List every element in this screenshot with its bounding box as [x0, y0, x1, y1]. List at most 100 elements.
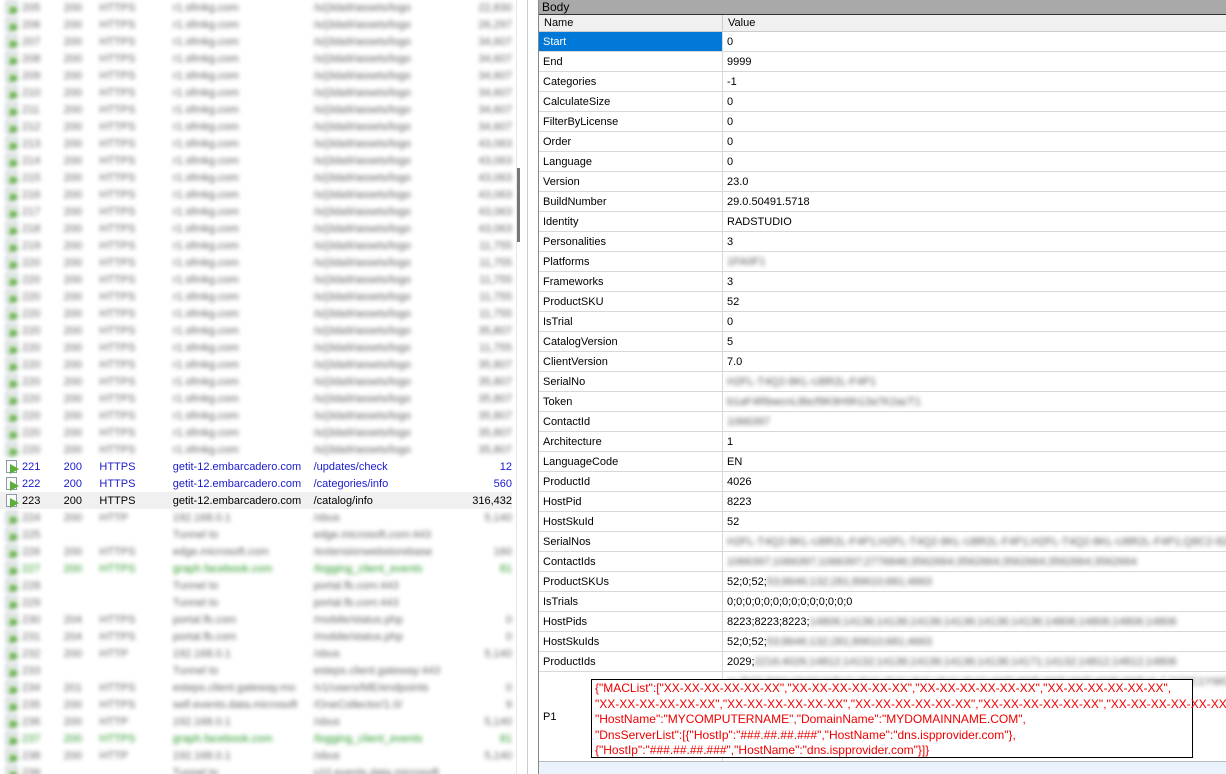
grid-row-language[interactable]: Language 0 — [539, 152, 1226, 172]
session-row[interactable]: 234 201 HTTPS esteps.client.gateway.mo/v1/u… — [0, 679, 512, 696]
host: Tunnel to — [172, 664, 219, 677]
session-row[interactable]: 220 200 HTTPS r1.sfmkg.com/s/j3da9/assets/l… — [0, 271, 512, 288]
session-row[interactable]: 226 200 HTTPS edge.microsoft.com/extensionw… — [0, 543, 512, 560]
grid-row-p1[interactable]: P1 eyJNQUNMaXN0IjpbIlhYLVhYLVhYLVhYLVhYL… — [539, 672, 1226, 762]
grid-row-end[interactable]: End 9999 — [539, 52, 1226, 72]
session-row[interactable]: 232 200 HTTP 192.168.0.1/xbus 5,140 — [0, 645, 512, 662]
grid-row-clientversion[interactable]: ClientVersion 7.0 — [539, 352, 1226, 372]
session-row[interactable]: 220 200 HTTPS r1.sfmkg.com/s/j3da9/assets/l… — [0, 390, 512, 407]
session-row[interactable]: 216 200 HTTPS r1.sfmkg.com/s/j3da9/assets/l… — [0, 186, 512, 203]
grid-row-hostskuid[interactable]: HostSkuId 52 — [539, 512, 1226, 532]
session-row[interactable]: 215 200 HTTPS r1.sfmkg.com/s/j3da9/assets/l… — [0, 169, 512, 186]
grid-row-productids[interactable]: ProductIds 2029;2216;4026;14812;14132;141… — [539, 652, 1226, 672]
protocol: HTTPS — [99, 290, 136, 303]
session-row[interactable]: 220 200 HTTPS r1.sfmkg.com/s/j3da9/assets/l… — [0, 254, 512, 271]
session-row[interactable]: 217 200 HTTPS r1.sfmkg.com/s/j3da9/assets/l… — [0, 203, 512, 220]
result-code: 200 — [63, 426, 83, 439]
grid-row-token[interactable]: Token b1aF4RbwcnL8bcf9K9H9h13a7K2acT1 — [539, 392, 1226, 412]
value-text: 0 — [727, 116, 734, 128]
row-value: H2FL-T4Q2-8KL-U8R2L-F4P1;H2FL-T4Q2-8KL-U… — [723, 532, 1226, 551]
result-code: 200 — [63, 239, 83, 252]
session-row[interactable]: 211 200 HTTPS r1.sfmkg.com/s/j3da9/assets/l… — [0, 101, 512, 118]
grid-row-identity[interactable]: Identity RADSTUDIO — [539, 212, 1226, 232]
url: /s/j3da9/assets/logo — [313, 324, 411, 337]
grid-row-buildnumber[interactable]: BuildNumber 29.0.50491.5718 — [539, 192, 1226, 212]
session-row[interactable]: 209 200 HTTPS r1.sfmkg.com/s/j3da9/assets/l… — [0, 67, 512, 84]
grid-row-istrial[interactable]: IsTrial 0 — [539, 312, 1226, 332]
grid-row-contactid[interactable]: ContactId 1066397 — [539, 412, 1226, 432]
session-row[interactable]: 222 200 HTTPS getit-12.embarcadero.com/cate… — [0, 475, 512, 492]
grid-row-frameworks[interactable]: Frameworks 3 — [539, 272, 1226, 292]
session-row[interactable]: 205 200 HTTPS r1.sfmkg.com/s/j3da9/assets/l… — [0, 0, 512, 16]
grid-row-hostpid[interactable]: HostPid 8223 — [539, 492, 1226, 512]
grid-row-hostskuids[interactable]: HostSkuIds 52;0;52;53;8646;132;281;89610;… — [539, 632, 1226, 652]
grid-row-istrials[interactable]: IsTrials 0;0;0;0;0;0;0;0;0;0;0;0;0;0 — [539, 592, 1226, 612]
result-code: 200 — [63, 103, 83, 116]
grid-row-calculatesize[interactable]: CalculateSize 0 — [539, 92, 1226, 112]
session-row[interactable]: 227 200 HTTPS graph.facebook.com/logging_cl… — [0, 560, 512, 577]
session-row[interactable]: 213 200 HTTPS r1.sfmkg.com/s/j3da9/assets/l… — [0, 135, 512, 152]
session-row[interactable]: 220 200 HTTPS r1.sfmkg.com/s/j3da9/assets/l… — [0, 339, 512, 356]
grid-row-platforms[interactable]: Platforms 1FA0F1 — [539, 252, 1226, 272]
grid-row-architecture[interactable]: Architecture 1 — [539, 432, 1226, 452]
grid-row-order[interactable]: Order 0 — [539, 132, 1226, 152]
session-icon — [6, 256, 20, 270]
grid-row-version[interactable]: Version 23.0 — [539, 172, 1226, 192]
grid-row-contactids[interactable]: ContactIds 1066397;1066397;1066397;277684… — [539, 552, 1226, 572]
body-size: 35,807 — [478, 324, 512, 337]
body-size: 34,607 — [478, 52, 512, 65]
column-header-name[interactable]: Name — [539, 15, 723, 31]
session-row[interactable]: 235 200 HTTPS self.events.data.microsoft/On… — [0, 696, 512, 713]
grid-row-productskus[interactable]: ProductSKUs 52;0;52;53;8646;132;281;89610… — [539, 572, 1226, 592]
session-row[interactable]: 224 200 HTTP 192.168.0.1/xbus 5,140 — [0, 509, 512, 526]
session-row[interactable]: 237 200 HTTPS graph.facebook.com/logging_cl… — [0, 730, 512, 747]
session-row[interactable]: 220 200 HTTPS r1.sfmkg.com/s/j3da9/assets/l… — [0, 305, 512, 322]
grid-row-categories[interactable]: Categories -1 — [539, 72, 1226, 92]
session-row[interactable]: 207 200 HTTPS r1.sfmkg.com/s/j3da9/assets/l… — [0, 33, 512, 50]
session-row[interactable]: 220 200 HTTPS r1.sfmkg.com/s/j3da9/assets/l… — [0, 407, 512, 424]
session-row[interactable]: 212 200 HTTPS r1.sfmkg.com/s/j3da9/assets/l… — [0, 118, 512, 135]
session-row[interactable]: 220 200 HTTPS r1.sfmkg.com/s/j3da9/assets/l… — [0, 288, 512, 305]
session-row[interactable]: 228 Tunnel to portal.fb.com:443 — [0, 577, 512, 594]
session-row[interactable]: 239 Tunnel to v10.events.data.microsoft — [0, 764, 512, 774]
session-row[interactable]: 220 200 HTTPS r1.sfmkg.com/s/j3da9/assets/l… — [0, 356, 512, 373]
grid-row-hostpids[interactable]: HostPids 8223;8223;8223;14806;14136;14136… — [539, 612, 1226, 632]
protocol: HTTPS — [99, 239, 136, 252]
grid-row-catalogversion[interactable]: CatalogVersion 5 — [539, 332, 1226, 352]
session-row[interactable]: 221 200 HTTPS getit-12.embarcadero.com/upda… — [0, 458, 512, 475]
session-row[interactable]: 214 200 HTTPS r1.sfmkg.com/s/j3da9/assets/l… — [0, 152, 512, 169]
column-header-value[interactable]: Value — [723, 15, 755, 31]
session-row[interactable]: 210 200 HTTPS r1.sfmkg.com/s/j3da9/assets/l… — [0, 84, 512, 101]
vertical-scrollbar[interactable] — [516, 0, 527, 774]
session-row[interactable]: 206 200 HTTPS r1.sfmkg.com/s/j3da9/assets/l… — [0, 16, 512, 33]
session-row[interactable]: 220 200 HTTPS r1.sfmkg.com/s/j3da9/assets/l… — [0, 424, 512, 441]
session-row[interactable]: 231 204 HTTPS portal.fb.com/mobile/status.p… — [0, 628, 512, 645]
grid-row-serialnos[interactable]: SerialNos H2FL-T4Q2-8KL-U8R2L-F4P1;H2FL-T… — [539, 532, 1226, 552]
host: r1.sfmkg.com — [172, 341, 239, 354]
grid-row-productsku[interactable]: ProductSKU 52 — [539, 292, 1226, 312]
session-row[interactable]: 220 200 HTTPS r1.sfmkg.com/s/j3da9/assets/l… — [0, 441, 512, 458]
session-row[interactable]: 230 204 HTTPS portal.fb.com/mobile/status.p… — [0, 611, 512, 628]
session-row[interactable]: 229 Tunnel to portal.fb.com:443 — [0, 594, 512, 611]
session-row[interactable]: 233 Tunnel to esteps.client.gateway:443 — [0, 662, 512, 679]
session-row[interactable]: 225 Tunnel to edge.microsoft.com:443 — [0, 526, 512, 543]
session-row[interactable]: 208 200 HTTPS r1.sfmkg.com/s/j3da9/assets/l… — [0, 50, 512, 67]
body-size: 35,807 — [478, 443, 512, 456]
grid-row-personalities[interactable]: Personalities 3 — [539, 232, 1226, 252]
session-id: 220 — [22, 256, 41, 269]
session-row[interactable]: 219 200 HTTPS r1.sfmkg.com/s/j3da9/assets/l… — [0, 237, 512, 254]
grid-row-languagecode[interactable]: LanguageCode EN — [539, 452, 1226, 472]
session-row[interactable]: 220 200 HTTPS r1.sfmkg.com/s/j3da9/assets/l… — [0, 322, 512, 339]
grid-row-productid[interactable]: ProductId 4026 — [539, 472, 1226, 492]
session-row[interactable]: 218 200 HTTPS r1.sfmkg.com/s/j3da9/assets/l… — [0, 220, 512, 237]
session-row[interactable]: 223 200 HTTPS getit-12.embarcadero.com/cata… — [0, 492, 512, 509]
url: /logging_client_events — [313, 732, 423, 745]
session-row[interactable]: 238 200 HTTP 192.168.0.1/xbus 5,140 — [0, 747, 512, 764]
body-size: 34,607 — [478, 86, 512, 99]
scrollbar-thumb[interactable] — [517, 168, 520, 242]
grid-row-start[interactable]: Start 0 — [539, 32, 1226, 52]
session-row[interactable]: 220 200 HTTPS r1.sfmkg.com/s/j3da9/assets/l… — [0, 373, 512, 390]
grid-row-filterbylicense[interactable]: FilterByLicense 0 — [539, 112, 1226, 132]
session-row[interactable]: 236 200 HTTP 192.168.0.1/xbus 5,140 — [0, 713, 512, 730]
grid-row-serialno[interactable]: SerialNo H2FL-T4Q2-8KL-U8R2L-F4P1 — [539, 372, 1226, 392]
